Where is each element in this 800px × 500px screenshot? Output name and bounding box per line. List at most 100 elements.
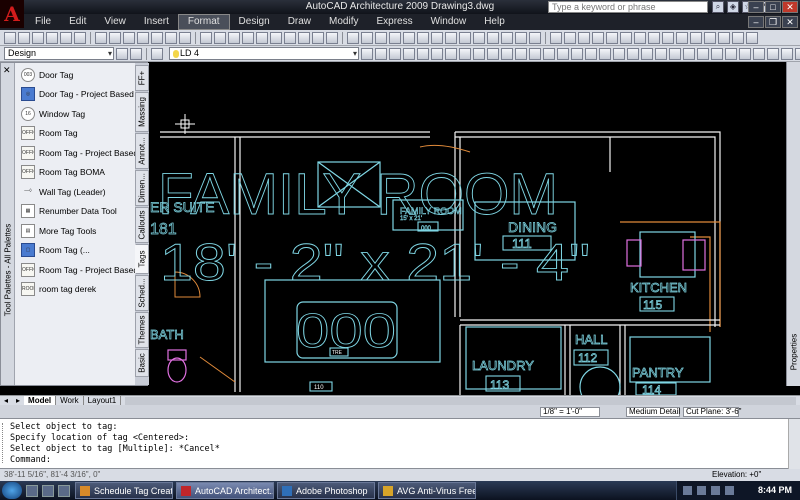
hatch-icon[interactable] [459,31,471,44]
layer-off-icon[interactable] [417,47,429,60]
media-player-icon[interactable] [58,484,70,497]
publish-icon[interactable] [74,31,86,44]
space-icon[interactable] [781,47,793,60]
palette-item[interactable]: OFFICE Room Tag [21,124,133,144]
paste-icon[interactable] [123,31,135,44]
palette-item[interactable]: ▤ More Tag Tools [21,221,133,241]
explode-icon[interactable] [746,31,758,44]
network-icon[interactable] [683,486,692,495]
design-center-icon[interactable] [270,31,282,44]
layer-combo[interactable]: LD 4 [169,47,359,60]
menu-file[interactable]: File [26,14,60,30]
palette-item[interactable]: ◎ Door Tag - Project Based [21,85,134,105]
render-icon[interactable] [655,47,667,60]
palette-tab-sched[interactable]: Sched... [135,275,149,311]
ie-icon[interactable] [42,484,54,497]
linetype-control-icon[interactable] [487,47,499,60]
taskbar-button[interactable]: AutoCAD Architect... [176,482,274,499]
rotate-icon[interactable] [620,31,632,44]
display-detail-combo[interactable]: Medium Detail [626,407,680,417]
workspace-settings-icon[interactable] [116,47,128,60]
move-icon[interactable] [550,31,562,44]
copy-icon[interactable] [109,31,121,44]
minimize-button[interactable]: – [748,1,764,13]
mtext-icon[interactable] [515,31,527,44]
search-icon[interactable]: ⌕ [712,1,724,13]
text-style-icon[interactable] [515,47,527,60]
join-icon[interactable] [704,31,716,44]
layer-states-icon[interactable] [389,47,401,60]
markup-icon[interactable] [312,31,324,44]
railing-icon[interactable] [739,47,751,60]
layer-walk-icon[interactable] [459,47,471,60]
start-button[interactable] [2,482,22,499]
plot-icon[interactable] [46,31,58,44]
palette-tab-callouts[interactable]: Callouts [135,207,149,243]
trim-icon[interactable] [662,31,674,44]
command-line-scrollbar[interactable] [788,419,800,469]
menu-design[interactable]: Design [230,14,279,30]
doc-close-button[interactable]: ✕ [782,16,798,28]
dim-style-icon[interactable] [529,47,541,60]
door-icon[interactable] [683,47,695,60]
table-style-icon[interactable] [543,47,555,60]
palette-item[interactable]: OFFICE Room Tag BOMA [21,163,133,183]
palette-item[interactable]: ROOM room tag derek [21,280,133,300]
menu-insert[interactable]: Insert [135,14,178,30]
multileader-style-icon[interactable] [557,47,569,60]
properties-icon[interactable] [130,47,142,60]
menu-view[interactable]: View [95,14,135,30]
close-button[interactable]: ✕ [782,1,798,13]
zoom-previous-icon[interactable] [242,31,254,44]
line-icon[interactable] [347,31,359,44]
cut-icon[interactable] [95,31,107,44]
layer-lock-icon[interactable] [445,47,457,60]
command-line-grip[interactable] [2,423,6,463]
insert-block-icon[interactable] [529,31,541,44]
menu-express[interactable]: Express [367,14,421,30]
ucs-world-icon[interactable] [599,47,611,60]
tab-work[interactable]: Work [56,395,84,406]
palette-item[interactable]: ▦ Renumber Data Tool [21,202,133,222]
opening-icon[interactable] [711,47,723,60]
tab-model[interactable]: Model [24,395,57,406]
plot-preview-icon[interactable] [60,31,72,44]
palette-tab-dimen[interactable]: Dimen... [135,170,149,206]
ucs-previous-icon[interactable] [613,47,625,60]
layer-freeze-icon[interactable] [431,47,443,60]
volume-icon[interactable] [711,486,720,495]
point-icon[interactable] [473,31,485,44]
wall-icon[interactable] [669,47,681,60]
doc-restore-button[interactable]: ❐ [765,16,781,28]
menu-help[interactable]: Help [475,14,514,30]
redo-icon[interactable] [179,31,191,44]
extend-icon[interactable] [676,31,688,44]
calculator-icon[interactable] [326,31,338,44]
ucs-icon[interactable] [585,47,597,60]
window-icon[interactable] [697,47,709,60]
make-current-layer-icon[interactable] [361,47,373,60]
doc-minimize-button[interactable]: – [748,16,764,28]
scale-icon[interactable] [634,31,646,44]
stretch-icon[interactable] [648,31,660,44]
palette-item[interactable]: 003 Door Tag [21,65,133,85]
new-icon[interactable] [4,31,16,44]
elevation-field[interactable]: Elevation: +0" [712,469,761,481]
workspace-combo[interactable]: Design [4,47,114,60]
slab-icon[interactable] [767,47,779,60]
palette-item[interactable]: ▢ Room Tag (... [21,241,133,261]
taskbar-button[interactable]: Adobe Photoshop [277,482,375,499]
cut-plane-field[interactable]: Cut Plane: 3'-6" [683,407,742,417]
save-icon[interactable] [32,31,44,44]
palette-tab-themes[interactable]: Themes [135,312,149,348]
application-menu-button[interactable]: A [0,0,24,28]
break-icon[interactable] [690,31,702,44]
shield-icon[interactable] [725,486,734,495]
palette-item[interactable]: OFFICE Room Tag - Project Based [21,143,138,163]
layer-manager-icon[interactable] [151,47,163,60]
fillet-icon[interactable] [732,31,744,44]
properties-icon[interactable] [256,31,268,44]
menu-format[interactable]: Format [177,14,230,30]
palette-tab-massing[interactable]: Massing [135,92,149,132]
mirror-icon[interactable] [578,31,590,44]
